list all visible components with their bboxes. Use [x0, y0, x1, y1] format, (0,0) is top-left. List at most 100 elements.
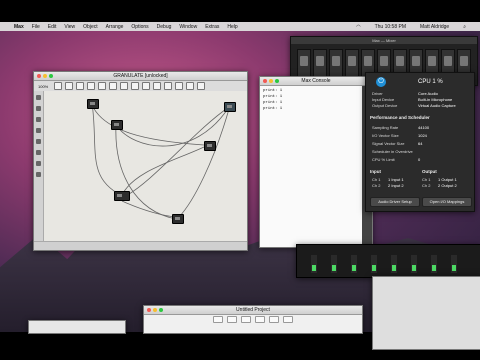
- input-ch2-row[interactable]: Ch 22 Input 2: [372, 183, 420, 189]
- menu-window[interactable]: Window: [179, 24, 197, 30]
- project-toolbar: [144, 315, 362, 323]
- screen: Max File Edit View Object Arrange Option…: [0, 0, 480, 360]
- close-icon[interactable]: [263, 79, 267, 83]
- audio-driver-setup-button[interactable]: Audio Driver Setup: [370, 197, 420, 207]
- message-icon[interactable]: [36, 106, 41, 111]
- dial-icon[interactable]: [153, 82, 162, 90]
- background-window: [28, 320, 126, 334]
- patcher-title: GRANULATE [unlocked]: [113, 73, 168, 79]
- comment-icon[interactable]: [164, 82, 173, 90]
- patcher-bottom-toolbar: [34, 241, 247, 250]
- image-icon[interactable]: [186, 82, 195, 90]
- background-window: [372, 276, 480, 350]
- slider-icon[interactable]: [36, 150, 41, 155]
- dial-icon[interactable]: [36, 172, 41, 177]
- menu-arrange[interactable]: Arrange: [106, 24, 124, 30]
- output-section-title: Output: [422, 169, 437, 174]
- zoom-level[interactable]: 100%: [38, 84, 48, 89]
- new-object-icon[interactable]: [87, 82, 96, 90]
- output-ch2-row[interactable]: Ch 22 Output 2: [422, 183, 470, 189]
- level-meter: [411, 255, 417, 273]
- close-icon[interactable]: [147, 308, 151, 312]
- menu-help[interactable]: Help: [227, 24, 237, 30]
- add-icon[interactable]: [269, 315, 279, 323]
- console-log[interactable]: print: 1 print: 1 print: 1 print: 1: [260, 86, 366, 247]
- patcher-left-toolbar: [34, 91, 44, 242]
- output-device-row[interactable]: Output Device Virtual Audio Capture: [372, 103, 470, 109]
- grid-icon[interactable]: [76, 82, 85, 90]
- audio-status-window: ⏻ CPU 1 % Driver Core Audio Input Device B…: [365, 72, 475, 212]
- menu-options[interactable]: Options: [131, 24, 148, 30]
- patch-object[interactable]: [111, 120, 123, 130]
- toggle-icon[interactable]: [120, 82, 129, 90]
- patch-cords[interactable]: [44, 91, 247, 242]
- level-meter: [331, 255, 337, 273]
- number-icon[interactable]: [36, 128, 41, 133]
- button-icon[interactable]: [109, 82, 118, 90]
- slider-icon[interactable]: [142, 82, 151, 90]
- console-titlebar[interactable]: Max Console: [260, 77, 372, 86]
- level-meter: [311, 255, 317, 273]
- meters-window: [296, 244, 480, 278]
- menu-app-name[interactable]: Max: [14, 24, 24, 30]
- project-titlebar[interactable]: Untitled Project: [144, 306, 362, 315]
- sampling-rate-row[interactable]: Sampling Rate 44100: [372, 125, 470, 131]
- button-icon[interactable]: [36, 161, 41, 166]
- menu-object[interactable]: Object: [83, 24, 97, 30]
- cpu-limit-row[interactable]: CPU % Limit 0: [372, 157, 470, 163]
- settings-icon[interactable]: [283, 315, 293, 323]
- minimize-icon[interactable]: [269, 79, 273, 83]
- minimize-icon[interactable]: [43, 74, 47, 78]
- spotlight-icon[interactable]: ⌕: [463, 24, 466, 30]
- open-io-mappings-button[interactable]: Open I/O Mappings: [422, 197, 472, 207]
- minimize-icon[interactable]: [153, 308, 157, 312]
- lock-icon[interactable]: [54, 82, 63, 90]
- object-icon[interactable]: [36, 95, 41, 100]
- patch-object[interactable]: [224, 102, 236, 112]
- level-meter: [371, 255, 377, 273]
- clock[interactable]: Thu 10:58 PM: [375, 24, 406, 30]
- search-icon[interactable]: [197, 82, 206, 90]
- number-icon[interactable]: [131, 82, 140, 90]
- back-icon[interactable]: [213, 315, 223, 323]
- close-icon[interactable]: [37, 74, 41, 78]
- perf-section-title: Performance and Scheduler: [370, 115, 430, 120]
- patch-object[interactable]: [204, 141, 216, 151]
- menu-view[interactable]: View: [64, 24, 75, 30]
- mixer-title: Max — Mixer: [291, 37, 477, 44]
- menu-bar: Max File Edit View Object Arrange Option…: [0, 22, 480, 31]
- zoom-icon[interactable]: [159, 308, 163, 312]
- list-icon[interactable]: [255, 315, 265, 323]
- zoom-icon[interactable]: [49, 74, 53, 78]
- toggle-icon[interactable]: [36, 139, 41, 144]
- io-vector-row[interactable]: I/O Vector Size 1024: [372, 133, 470, 139]
- console-window: Max Console print: 1 print: 1 print: 1 p…: [259, 76, 373, 248]
- panel-icon[interactable]: [175, 82, 184, 90]
- comment-icon[interactable]: [36, 117, 41, 122]
- input-section-title: Input: [370, 169, 381, 174]
- level-meter: [351, 255, 357, 273]
- message-icon[interactable]: [98, 82, 107, 90]
- patch-object[interactable]: [114, 191, 130, 201]
- letterbox-top: [0, 0, 480, 22]
- menu-extras[interactable]: Extras: [205, 24, 219, 30]
- patch-object[interactable]: [87, 99, 99, 109]
- menu-file[interactable]: File: [32, 24, 40, 30]
- project-window: Untitled Project: [143, 305, 363, 334]
- presentation-icon[interactable]: [65, 82, 74, 90]
- level-meter: [451, 255, 457, 273]
- power-icon[interactable]: ⏻: [376, 77, 386, 87]
- signal-vector-row[interactable]: Signal Vector Size 64: [372, 141, 470, 147]
- menu-edit[interactable]: Edit: [48, 24, 57, 30]
- zoom-icon[interactable]: [275, 79, 279, 83]
- console-title: Max Console: [301, 78, 331, 84]
- view-icon[interactable]: [241, 315, 251, 323]
- wifi-icon[interactable]: ◠: [356, 24, 360, 30]
- patcher-titlebar[interactable]: GRANULATE [unlocked]: [34, 72, 247, 81]
- overdrive-row[interactable]: Scheduler in Overdrive: [372, 149, 470, 155]
- user-name[interactable]: Matt Aldridge: [420, 24, 449, 30]
- menu-debug[interactable]: Debug: [157, 24, 172, 30]
- patcher-canvas[interactable]: [44, 91, 247, 242]
- forward-icon[interactable]: [227, 315, 237, 323]
- patch-object[interactable]: [172, 214, 184, 224]
